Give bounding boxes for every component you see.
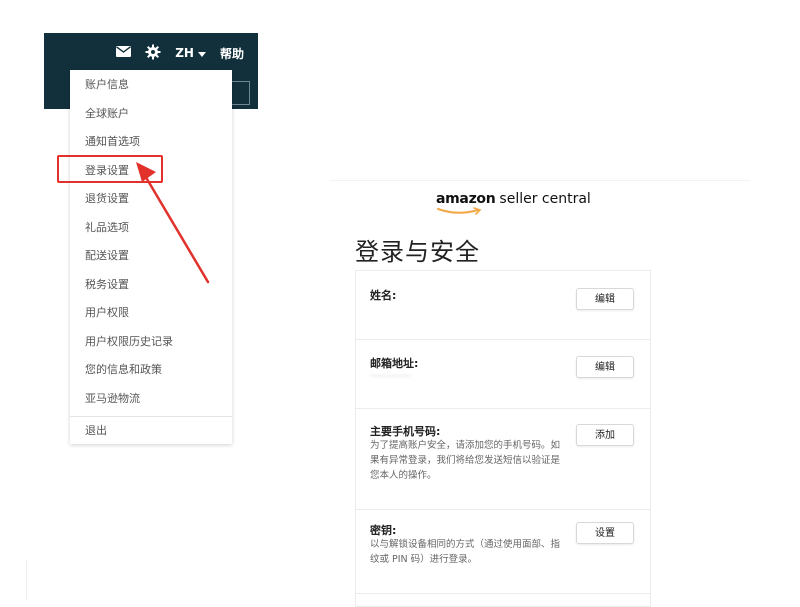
name-label: 姓名: — [370, 289, 397, 302]
passkey-row: 密钥: 以与解锁设备相同的方式（通过使用面部、指纹或 PIN 码）进行登录。 设… — [356, 510, 650, 604]
search-box-edge — [231, 81, 250, 105]
decorative-line — [26, 560, 27, 600]
help-link[interactable]: 帮助 — [220, 45, 244, 62]
phone-label: 主要手机号码: — [370, 425, 441, 438]
seller-central-logo: amazon seller central — [436, 191, 591, 215]
edit-email-button[interactable]: 编辑 — [576, 356, 634, 378]
top-nav-icons: ZH 帮助 — [44, 33, 258, 73]
menu-item-fba[interactable]: 亚马逊物流 — [70, 385, 232, 414]
menu-item-notification-preferences[interactable]: 通知首选项 — [70, 128, 232, 157]
gear-icon[interactable] — [145, 44, 161, 63]
login-security-card: 姓名: 编辑 邮箱地址: ·············· 编辑 主要手机号码: 为… — [355, 270, 651, 607]
chevron-down-icon — [197, 51, 206, 57]
page-title: 登录与安全 — [355, 238, 480, 266]
phone-description: 为了提高账户安全，请添加您的手机号码。如果有异常登录，我们将给您发送短信以验证是… — [370, 440, 561, 481]
menu-item-permission-history[interactable]: 用户权限历史记录 — [70, 328, 232, 357]
name-row: 姓名: 编辑 — [356, 271, 650, 339]
menu-item-user-permissions[interactable]: 用户权限 — [70, 299, 232, 328]
annotation-arrow-icon — [136, 162, 210, 284]
menu-item-global-account[interactable]: 全球账户 — [70, 100, 232, 129]
brand-divider — [330, 180, 750, 181]
passkey-label: 密钥: — [370, 524, 397, 537]
menu-item-account-info[interactable]: 账户信息 — [70, 71, 232, 100]
mail-icon[interactable] — [116, 46, 132, 60]
setup-passkey-button[interactable]: 设置 — [576, 522, 634, 544]
passkey-description: 以与解锁设备相同的方式（通过使用面部、指纹或 PIN 码）进行登录。 — [370, 539, 561, 565]
row-divider — [356, 593, 650, 594]
brand-amazon: amazon — [436, 191, 496, 207]
language-code: ZH — [175, 46, 194, 60]
email-value: ·············· — [370, 372, 411, 382]
brand-suffix: seller central — [499, 191, 591, 207]
phone-row: 主要手机号码: 为了提高账户安全，请添加您的手机号码。如果有异常登录，我们将给您… — [356, 409, 650, 509]
edit-name-button[interactable]: 编辑 — [576, 288, 634, 310]
menu-item-info-policies[interactable]: 您的信息和政策 — [70, 356, 232, 385]
language-selector[interactable]: ZH — [175, 46, 206, 60]
add-phone-button[interactable]: 添加 — [576, 424, 634, 446]
amazon-smile-icon — [437, 207, 482, 215]
email-row: 邮箱地址: ·············· 编辑 — [356, 340, 650, 408]
email-label: 邮箱地址: — [370, 357, 419, 370]
menu-item-logout[interactable]: 退出 — [70, 417, 232, 446]
